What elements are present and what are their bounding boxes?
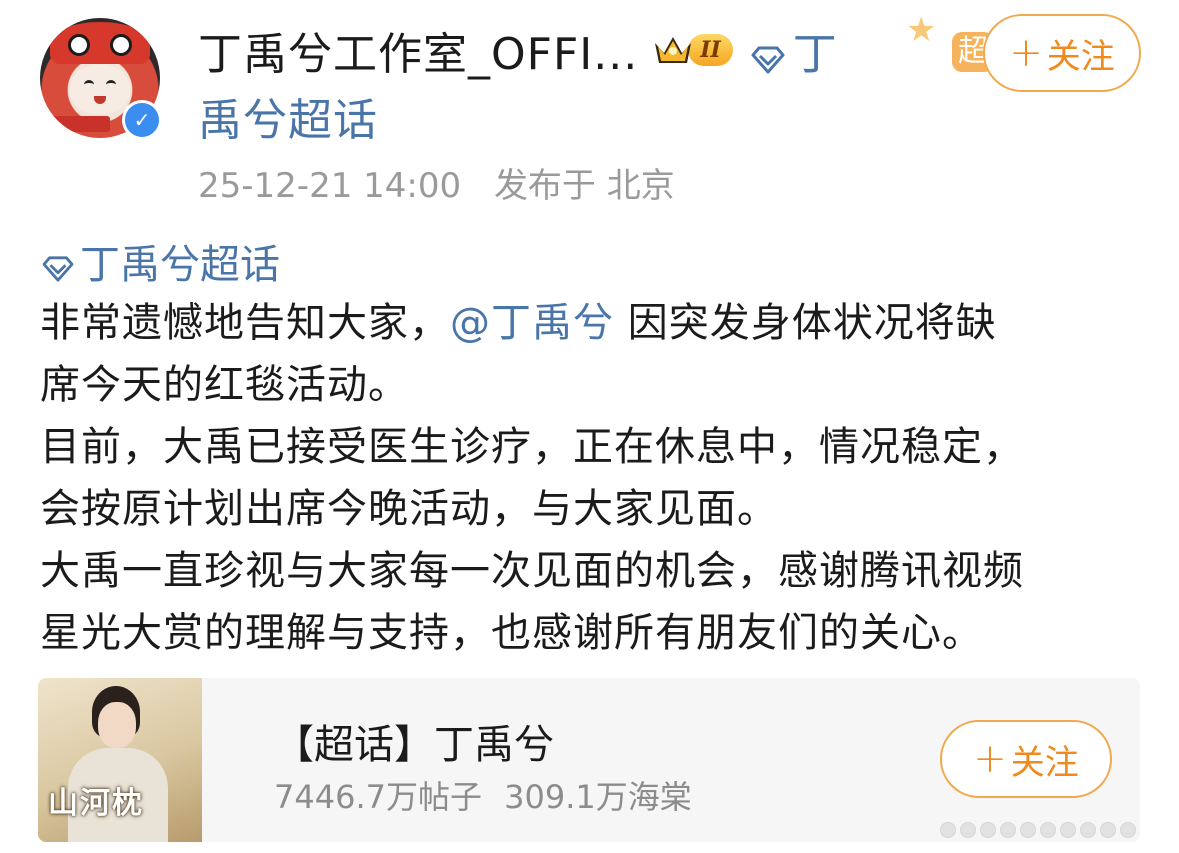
vip-level: II [688, 34, 733, 66]
plus-icon: + [1009, 30, 1043, 76]
follow-button-label: 关注 [1046, 36, 1115, 77]
post-location: 发布于 北京 [493, 166, 675, 206]
pager-dot [1040, 822, 1056, 838]
topic-tag-text: 丁禹兮超话 [80, 242, 280, 288]
diamond-topic-icon [749, 35, 787, 74]
avatar-eye-right [106, 80, 116, 89]
pager-dot [980, 822, 996, 838]
post-meta: 25-12-21 14:00 发布于 北京 [198, 158, 675, 207]
author-line: 丁禹兮工作室_OFFI... II 丁 [198, 20, 837, 80]
post-line: 非常遗憾地告知大家，@丁禹兮 因突发身体状况将缺 [40, 292, 1150, 354]
post-line: 会按原计划出席今晚活动，与大家见面。 [40, 486, 778, 532]
pager-dot [1100, 822, 1116, 838]
follow-button[interactable]: + 关注 [983, 14, 1141, 92]
pager-dot [1080, 822, 1096, 838]
topic-tag-link[interactable]: 丁禹兮超话 [40, 232, 280, 290]
pager-dot [1000, 822, 1016, 838]
lion-hat [50, 22, 150, 64]
post-line: 目前，大禹已接受医生诊疗，正在休息中，情况稳定， [40, 424, 1024, 470]
avatar-scroll [50, 116, 110, 132]
post-body: 非常遗憾地告知大家，@丁禹兮 因突发身体状况将缺 席今天的红毯活动。 目前，大禹… [40, 292, 1150, 664]
author-topic-link[interactable]: 丁 [749, 18, 837, 82]
author-name[interactable]: 丁禹兮工作室_OFFI... [198, 18, 638, 82]
post-time: 25-12-21 14:00 [198, 166, 462, 206]
star-icon: ★ [906, 10, 937, 50]
author-topic-text-part1: 丁 [792, 29, 837, 80]
post-line: 星光大赏的理解与支持，也感谢所有朋友们的关心。 [40, 610, 983, 656]
post-text: 因突发身体状况将缺 [614, 300, 997, 346]
topic-thumbnail: 山河枕 [38, 678, 202, 842]
lion-eye-right [110, 34, 132, 56]
mention-link[interactable]: @丁禹兮 [450, 300, 614, 346]
post-line: 席今天的红毯活动。 [40, 362, 409, 408]
avatar-eye-left [84, 80, 94, 89]
pager-dot [1060, 822, 1076, 838]
topic-card-stats: 7446.7万帖子 309.1万海棠 [274, 772, 692, 818]
vip-badge[interactable]: II [652, 30, 733, 70]
post-line: 大禹一直珍视与大家每一次见面的机会，感谢腾讯视频 [40, 548, 1024, 594]
diamond-topic-icon [40, 247, 76, 282]
verified-check-icon: ✓ [122, 100, 162, 140]
topic-follow-label: 关注 [1010, 742, 1079, 783]
topic-posts-count: 7446.7万帖子 [274, 778, 482, 816]
pager-dot [960, 822, 976, 838]
plus-icon: + [973, 736, 1007, 782]
topic-card-title: 【超话】丁禹兮 [274, 722, 554, 768]
lion-eye-left [68, 34, 90, 56]
pager-dot [940, 822, 956, 838]
pager-dot [1020, 822, 1036, 838]
topic-fans-count: 309.1万海棠 [504, 778, 692, 816]
author-topic-text-part2[interactable]: 禹兮超话 [198, 84, 378, 148]
pager-dot [1120, 822, 1136, 838]
pager-dots [940, 822, 1136, 838]
avatar-face [70, 64, 130, 114]
post-text: 非常遗憾地告知大家， [40, 300, 450, 346]
topic-follow-button[interactable]: + 关注 [940, 720, 1112, 798]
thumb-face [98, 702, 136, 748]
crown-icon [652, 33, 694, 67]
super-topic-card[interactable]: 山河枕 【超话】丁禹兮 7446.7万帖子 309.1万海棠 + 关注 [38, 678, 1140, 842]
thumb-title: 山河枕 [48, 786, 144, 821]
